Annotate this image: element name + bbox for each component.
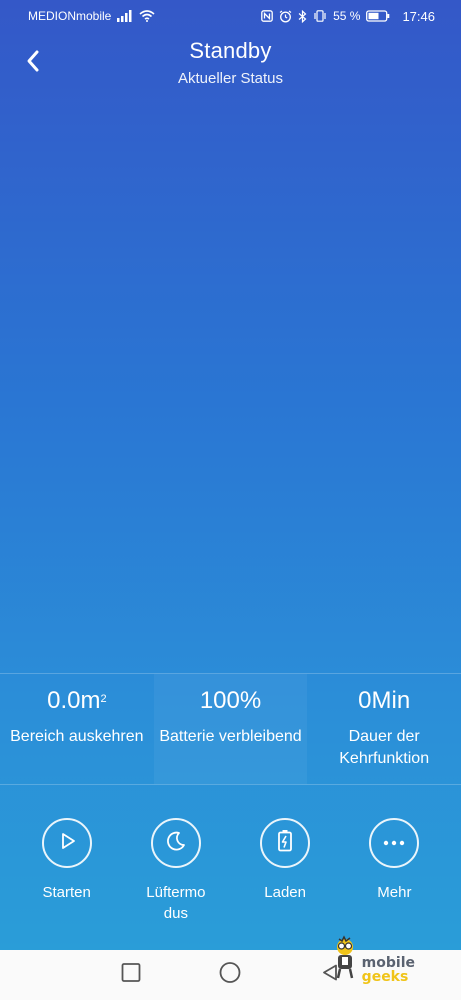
- stat-battery-label: Batterie verbleibend: [159, 728, 302, 745]
- nfc-icon: [261, 10, 273, 22]
- stat-duration-label: Dauer der Kehrfunktion: [339, 728, 430, 767]
- start-button[interactable]: Starten: [17, 818, 117, 924]
- vibrate-icon: [313, 10, 327, 22]
- mascot-icon: [330, 935, 360, 984]
- stat-area-label: Bereich auskehren: [10, 728, 144, 745]
- recents-square-icon: [121, 963, 141, 988]
- home-circle-icon: [219, 962, 241, 989]
- stat-battery: 100% Batterie verbleibend: [153, 674, 308, 784]
- play-icon: [56, 830, 78, 857]
- stat-battery-value: 100%: [199, 687, 262, 714]
- wifi-icon: [139, 10, 155, 22]
- fan-mode-circle[interactable]: [150, 818, 201, 868]
- charge-button[interactable]: Laden: [235, 818, 335, 924]
- page-title: Standby: [189, 38, 272, 63]
- more-button[interactable]: Mehr: [344, 818, 444, 924]
- stat-area: 0.0m2 Bereich auskehren: [0, 674, 154, 784]
- bluetooth-icon: [298, 9, 307, 23]
- status-bar-left: MEDIONmobile: [28, 9, 155, 23]
- stat-area-value: 0.0m2: [47, 687, 107, 714]
- alarm-icon: [279, 10, 292, 23]
- header: Standby Aktueller Status: [0, 34, 461, 94]
- status-bar: MEDIONmobile 55 % 17:46: [0, 0, 461, 32]
- page-subtitle: Aktueller Status: [177, 70, 284, 87]
- stat-duration: 0Min Dauer der Kehrfunktion: [307, 674, 461, 784]
- app-screen: MEDIONmobile 55 % 17:46 Standby Aktuelle…: [0, 0, 461, 1000]
- watermark-line2: geeks: [361, 969, 409, 985]
- battery-percent: 55 %: [333, 9, 361, 23]
- unit-superscript: 2: [100, 693, 107, 705]
- more-label: Mehr: [377, 884, 412, 901]
- stat-duration-value: 0Min: [358, 687, 411, 714]
- carrier-name: MEDIONmobile: [28, 9, 112, 23]
- more-dots-icon: [382, 834, 406, 852]
- moon-icon: [165, 830, 187, 857]
- watermark-text: mobile geeks: [362, 956, 415, 984]
- recents-button[interactable]: [121, 963, 141, 988]
- clock-time: 17:46: [402, 8, 435, 24]
- status-bar-right: 55 % 17:46: [261, 9, 435, 24]
- more-circle[interactable]: [369, 818, 420, 868]
- start-circle[interactable]: [41, 818, 92, 868]
- fan-mode-button[interactable]: Lüftermo dus: [126, 818, 226, 924]
- action-bar: Starten Lüftermo dus Laden Mehr: [0, 818, 461, 924]
- mobilegeeks-watermark: mobile geeks: [330, 935, 415, 984]
- fan-mode-label: Lüftermo dus: [146, 884, 206, 922]
- charge-circle[interactable]: [260, 818, 311, 868]
- stats-panel: 0.0m2 Bereich auskehren 100% Batterie ve…: [0, 673, 461, 785]
- battery-icon: [366, 10, 390, 22]
- start-label: Starten: [42, 884, 91, 901]
- system-nav-bar: mobile geeks: [0, 935, 461, 1000]
- signal-icon: [117, 10, 133, 22]
- charge-label: Laden: [264, 884, 306, 901]
- charging-battery-icon: [274, 829, 296, 858]
- home-button[interactable]: [219, 962, 241, 989]
